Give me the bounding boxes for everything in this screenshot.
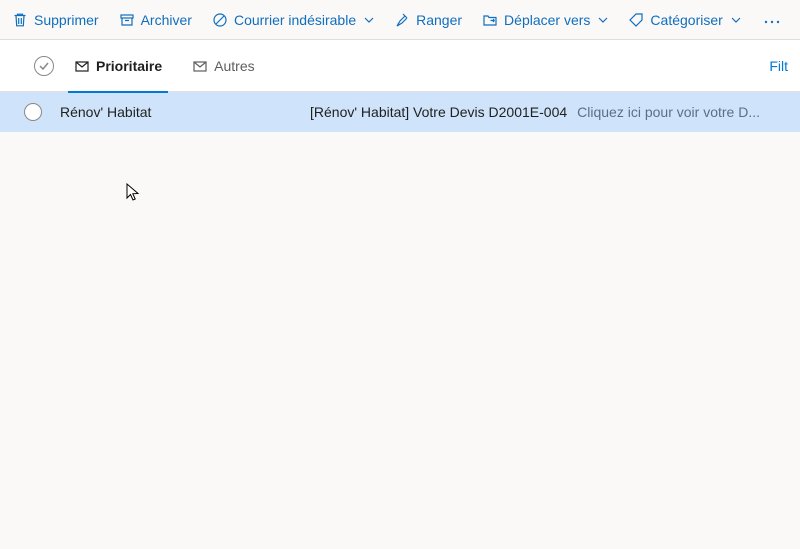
message-checkbox[interactable] — [24, 103, 42, 121]
delete-label: Supprimer — [34, 12, 99, 28]
more-actions-button[interactable] — [755, 8, 789, 32]
chevron-down-icon — [731, 15, 741, 25]
folder-move-icon — [482, 12, 498, 28]
tab-focused-label: Prioritaire — [96, 58, 162, 74]
sweep-label: Ranger — [416, 12, 462, 28]
inbox-other-icon — [192, 58, 208, 74]
tab-other[interactable]: Autres — [188, 52, 258, 80]
command-toolbar: Supprimer Archiver Courrier indésirable … — [0, 0, 800, 40]
move-button[interactable]: Déplacer vers — [476, 8, 614, 32]
broom-icon — [394, 12, 410, 28]
categorize-button[interactable]: Catégoriser — [622, 8, 746, 32]
select-all-toggle[interactable] — [34, 56, 54, 76]
filter-label: Filt — [769, 58, 788, 74]
categorize-label: Catégoriser — [650, 12, 722, 28]
delete-button[interactable]: Supprimer — [6, 8, 105, 32]
junk-button[interactable]: Courrier indésirable — [206, 8, 380, 32]
archive-button[interactable]: Archiver — [113, 8, 198, 32]
chevron-down-icon — [364, 15, 374, 25]
filter-link[interactable]: Filt — [769, 58, 788, 74]
trash-icon — [12, 12, 28, 28]
tab-focused[interactable]: Prioritaire — [70, 52, 166, 80]
archive-label: Archiver — [141, 12, 192, 28]
message-list: Rénov' Habitat [Rénov' Habitat] Votre De… — [0, 92, 800, 132]
ellipsis-icon — [763, 19, 781, 25]
cursor-pointer-icon — [126, 183, 142, 203]
chevron-down-icon — [598, 15, 608, 25]
inbox-tabs-row: Prioritaire Autres Filt — [0, 40, 800, 92]
check-icon — [38, 60, 50, 72]
tab-other-label: Autres — [214, 58, 254, 74]
junk-label: Courrier indésirable — [234, 12, 356, 28]
message-subject: [Rénov' Habitat] Votre Devis D2001E-004 — [310, 104, 567, 120]
sweep-button[interactable]: Ranger — [388, 8, 468, 32]
message-preview: Cliquez ici pour voir votre D... — [577, 104, 788, 120]
message-sender: Rénov' Habitat — [60, 104, 310, 120]
tag-icon — [628, 12, 644, 28]
move-label: Déplacer vers — [504, 12, 590, 28]
block-icon — [212, 12, 228, 28]
archive-icon — [119, 12, 135, 28]
message-row[interactable]: Rénov' Habitat [Rénov' Habitat] Votre De… — [0, 92, 800, 132]
inbox-focused-icon — [74, 58, 90, 74]
